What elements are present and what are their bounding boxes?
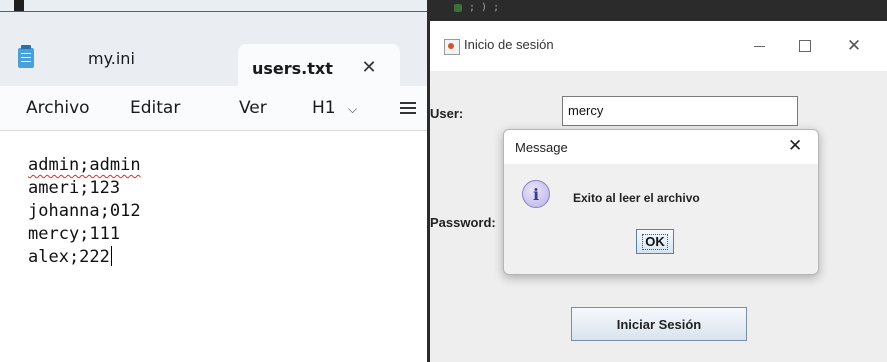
password-label: Password: [430,215,496,230]
ok-button[interactable]: OK [636,229,674,254]
text-line: alex;222 [28,246,141,269]
chevron-down-icon: ⌵ [348,102,358,116]
text-editor[interactable]: admin;admin ameri;123 johanna;012 mercy;… [28,154,141,269]
menu-ver[interactable]: Ver [239,98,267,118]
menu-archivo[interactable]: Archivo [26,98,90,118]
console-glyph [454,4,462,12]
dialog-title: Message [515,140,568,155]
background-console: ; ) ; [427,0,887,21]
close-icon[interactable]: ✕ [788,136,802,156]
user-input[interactable]: mercy [562,96,798,126]
window-top-strip [0,0,427,14]
notepad-menu-bar: Archivo Editar Ver H1 ⌵ [0,86,427,130]
divider [0,130,427,131]
info-icon: i [522,180,550,208]
java-app-icon [444,39,460,55]
text-line-content: alex;222 [28,247,110,267]
dialog-message: Exito al leer el archivo [573,191,700,205]
text-line: mercy;111 [28,224,121,244]
text-caret [110,246,112,266]
misspelled-text: admin;admin [28,155,141,175]
window-title: Inicio de sesión [464,37,554,52]
maximize-button[interactable] [785,31,825,61]
text-line: johanna;012 [28,201,141,221]
notepad-window: my.ini users.txt ✕ Archivo Editar Ver H1… [0,0,427,362]
message-dialog: Message ✕ i Exito al leer el archivo OK [503,129,819,275]
notepad-icon [18,45,34,68]
tab-label: users.txt [252,58,333,78]
heading-label: H1 [312,98,336,118]
tab-label: my.ini [88,48,135,68]
minimize-button[interactable] [739,31,779,61]
taskbar-fragment [14,0,24,11]
text-line: admin;admin [28,154,141,177]
close-icon[interactable]: ✕ [356,54,382,80]
divider [0,11,427,12]
close-button[interactable]: ✕ [834,31,874,61]
heading-dropdown[interactable]: H1 ⌵ [312,98,357,118]
menu-editar[interactable]: Editar [130,98,180,118]
login-title-bar: Inicio de sesión ✕ [430,21,887,71]
console-text: ; ) ; [469,2,500,13]
login-button[interactable]: Iniciar Sesión [571,307,747,341]
dialog-title-bar: Message ✕ [504,130,818,164]
text-line: ameri;123 [28,178,121,198]
tab-my-ini[interactable]: my.ini [18,38,218,78]
ok-button-label: OK [642,233,668,250]
tab-users-txt[interactable]: users.txt ✕ [238,44,400,92]
notepad-tab-bar: my.ini users.txt ✕ [0,14,427,92]
user-label: User: [430,106,464,121]
list-icon[interactable] [400,102,416,114]
